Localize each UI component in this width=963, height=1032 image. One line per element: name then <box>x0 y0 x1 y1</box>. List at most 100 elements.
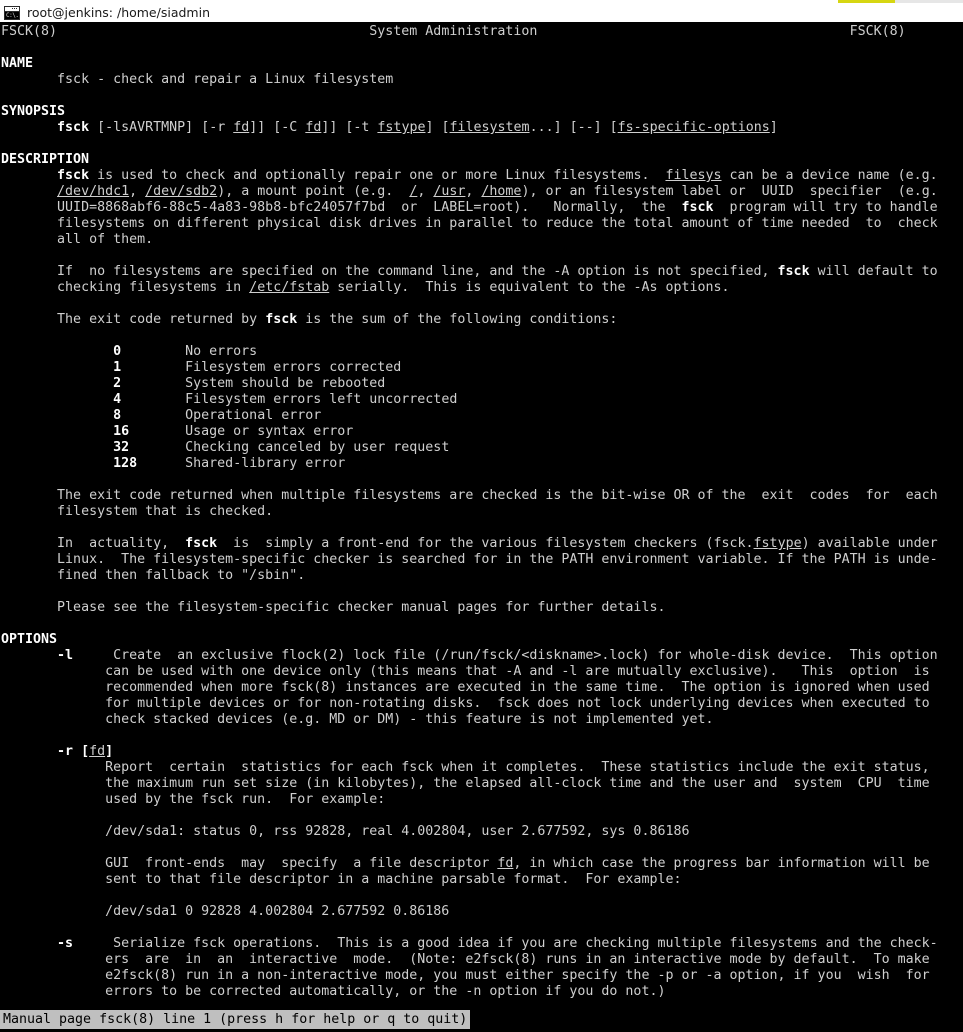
synopsis-fd2: fd <box>305 120 322 135</box>
option-l-text-1: Create an exclusive flock(2) lock file (… <box>113 648 938 663</box>
desc-fsck-bold: fsck <box>681 200 714 215</box>
desc-fsck-bold: fsck <box>57 168 90 183</box>
please-see-line: Please see the filesystem-specific check… <box>0 600 963 616</box>
synopsis-filesystem-ellipsis: ...] <box>529 120 562 135</box>
exit-code-desc: System should be rebooted <box>185 376 386 391</box>
option-r-row: GUI front-ends may specify a file descri… <box>0 856 963 872</box>
description-line-5: all of them. <box>0 232 963 248</box>
option-s-text-1: Serialize fsck operations. This is a goo… <box>113 936 938 951</box>
sep: , <box>417 184 434 199</box>
option-l-row: -l Create an exclusive flock(2) lock fil… <box>0 648 963 664</box>
synopsis-c-close: ]] <box>321 120 338 135</box>
exit-code-row: 128 Shared-library error <box>0 456 963 472</box>
option-r-example-text-1: /dev/sda1: status 0, rss 92828, real 4.0… <box>105 824 690 839</box>
synopsis-filesystem: filesystem <box>449 120 530 135</box>
synopsis-fs-specific: fs-specific-options <box>617 120 770 135</box>
pager-status-bar[interactable]: Manual page fsck(8) line 1 (press h for … <box>0 1010 471 1029</box>
synopsis-r-close: ]] <box>249 120 266 135</box>
option-l-row: for multiple devices or for non-rotating… <box>0 696 963 712</box>
description-line-3: UUID=8868abf6-88c5-4a83-98b8-bfc24057f7b… <box>0 200 963 216</box>
name-body: fsck - check and repair a Linux filesyst… <box>0 72 963 88</box>
exit-code-desc: Filesystem errors corrected <box>185 360 402 375</box>
act-l1-mid: is simply a front-end for the various fi… <box>217 536 754 551</box>
section-heading-name: NAME <box>1 56 34 71</box>
option-s-row: errors to be corrected automatically, or… <box>0 984 963 1000</box>
option-flag-r-pre: -r [ <box>57 744 90 759</box>
option-s-text-4: errors to be corrected automatically, or… <box>105 984 666 999</box>
option-l-text-5: check stacked devices (e.g. MD or DM) - … <box>105 712 714 727</box>
desc-l4: filesystems on different physical disk d… <box>57 216 938 231</box>
desc-l2-j: ), or an filesystem label or UUID specif… <box>521 184 938 199</box>
window-titlebar[interactable]: C:\. root@jenkins: /home/siadmin <box>0 4 963 22</box>
description-line-2: /dev/hdc1, /dev/sdb2), a mount point (e.… <box>0 184 963 200</box>
option-l-text-3: recommended when more fsck(8) instances … <box>105 680 930 695</box>
exit-code-row: 1 Filesystem errors corrected <box>0 360 963 376</box>
option-r-text-3: used by the fsck run. For example: <box>105 792 386 807</box>
act-l2: Linux. The filesystem-specific checker i… <box>57 552 938 567</box>
option-r-text-gui-1: GUI front-ends may specify a file descri… <box>105 856 498 871</box>
exit-code-row: 16 Usage or syntax error <box>0 424 963 440</box>
exit-code-desc: Operational error <box>185 408 322 423</box>
option-s-row: e2fsck(8) run in a non-interactive mode,… <box>0 968 963 984</box>
manpage-header-center: System Administration <box>369 24 538 39</box>
section-heading-options: OPTIONS <box>1 632 58 647</box>
multi-fs-line-2: filesystem that is checked. <box>0 504 963 520</box>
description-line-4: filesystems on different physical disk d… <box>0 216 963 232</box>
fstab-l1-post: will default to <box>809 264 938 279</box>
synopsis-t-close: ] <box>425 120 434 135</box>
actuality-line-1: In actuality, fsck is simply a front-end… <box>0 536 963 552</box>
desc-usr-path: /usr <box>433 184 466 199</box>
option-flag-r-fd: fd <box>89 744 106 759</box>
multi-l1: The exit code returned when multiple fil… <box>57 488 938 503</box>
terminal-screen[interactable]: FSCK(8) System Administration FSCK(8) NA… <box>0 22 963 1032</box>
option-r-row: Report certain statistics for each fsck … <box>0 760 963 776</box>
desc-fsck-bold: fsck <box>185 536 218 551</box>
multi-fs-line-1: The exit code returned when multiple fil… <box>0 488 963 504</box>
option-l-text-2: can be used with one device only (this m… <box>105 664 930 679</box>
fstype-link: fstype <box>753 536 802 551</box>
exit-code-desc: Checking canceled by user request <box>185 440 450 455</box>
synopsis-command: fsck <box>57 120 90 135</box>
synopsis-fs-specific-close: ] <box>769 120 778 135</box>
option-r-text-gui-2: , in which case the progress bar informa… <box>513 856 930 871</box>
synopsis-t-opt: [-t <box>345 120 370 135</box>
desc-dev-sdb2: /dev/sdb2 <box>145 184 218 199</box>
desc-uuid-text: UUID=8868abf6-88c5-4a83-98b8-bfc24057f7b… <box>57 200 682 215</box>
synopsis-r-opt: [-r <box>201 120 226 135</box>
option-s-text-3: e2fsck(8) run in a non-interactive mode,… <box>105 968 930 983</box>
option-r-example-text-2: /dev/sda1 0 92828 4.002804 2.677592 0.86… <box>105 904 450 919</box>
desc-l1-mid: is used to check and optionally repair o… <box>89 168 666 183</box>
option-l-row: recommended when more fsck(8) instances … <box>0 680 963 696</box>
manpage-header-right: FSCK(8) <box>849 24 906 39</box>
actuality-line-3: fined then fallback to "/sbin". <box>0 568 963 584</box>
option-flag-l: -l <box>57 648 74 663</box>
desc-filesys-link: filesys <box>665 168 722 183</box>
act-l1-pre: In actuality, <box>57 536 186 551</box>
exit-code-value: 0 <box>113 344 122 359</box>
option-r-row: sent to that file descriptor in a machin… <box>0 872 963 888</box>
option-s-row: -s Serialize fsck operations. This is a … <box>0 936 963 952</box>
exit-code-intro: The exit code returned by fsck is the su… <box>0 312 963 328</box>
manpage-header-left: FSCK(8) <box>1 24 58 39</box>
exit-intro-b: is the sum of the following conditions: <box>297 312 618 327</box>
exit-code-value: 1 <box>113 360 122 375</box>
synopsis-c-opt: [-C <box>273 120 298 135</box>
exit-code-value: 8 <box>113 408 122 423</box>
exit-code-row: 0 No errors <box>0 344 963 360</box>
header-gap-left <box>57 24 369 39</box>
act-l3: fined then fallback to "/sbin". <box>57 568 306 583</box>
exit-code-value: 4 <box>113 392 122 407</box>
option-r-text-1: Report certain statistics for each fsck … <box>105 760 930 775</box>
sep: , <box>465 184 482 199</box>
fstab-line-1: If no filesystems are specified on the c… <box>0 264 963 280</box>
